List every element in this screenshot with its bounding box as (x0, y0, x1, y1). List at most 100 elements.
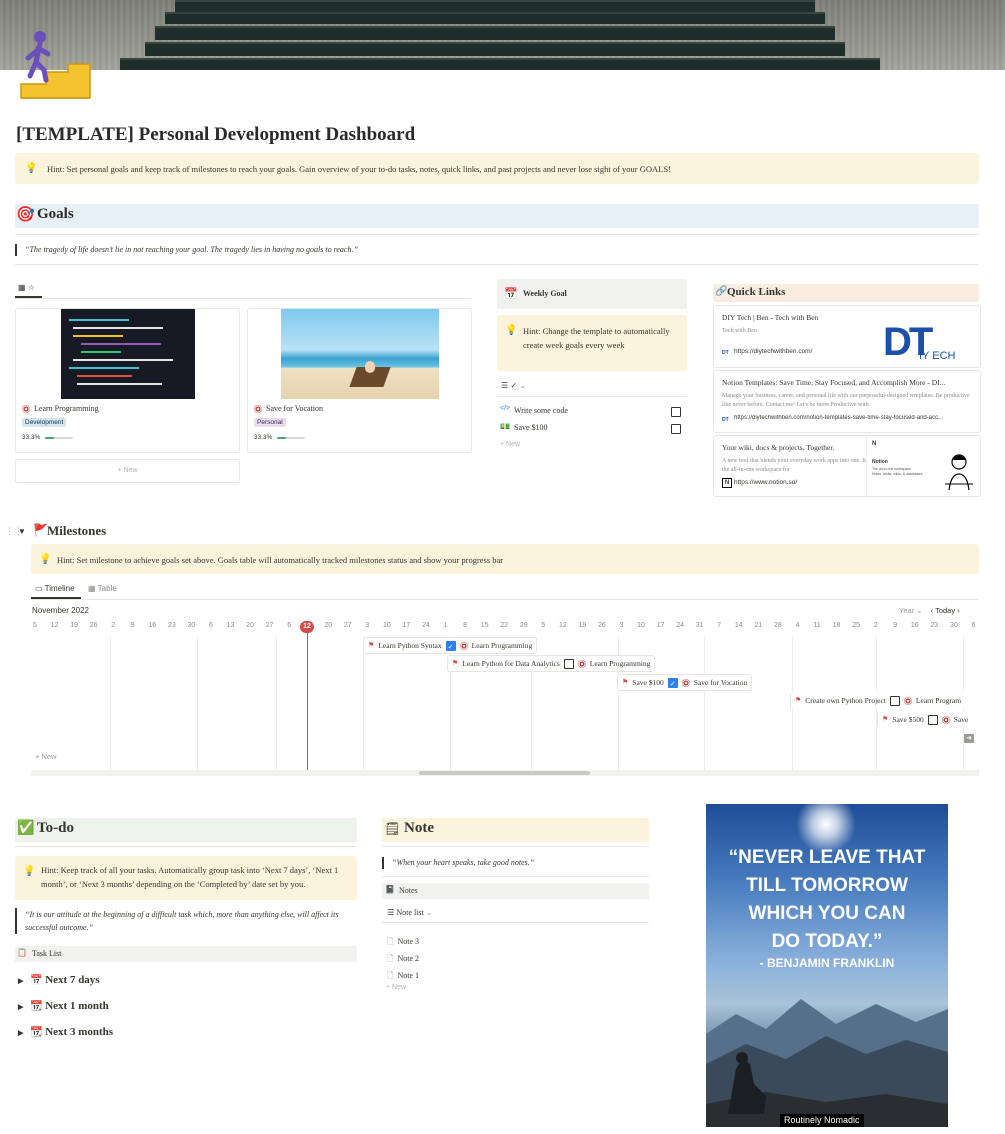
bookmark-notion-templates[interactable]: Notion Templates: Save Time, Stay Focuse… (713, 370, 981, 433)
stairs-climber-icon (20, 31, 91, 99)
code-icon: </> (500, 405, 511, 412)
task-list-header: 📋 Task List (15, 946, 357, 962)
money-icon: 💵 (500, 422, 510, 431)
new-milestone-button[interactable]: + New (35, 752, 56, 761)
day-label: 29 (519, 622, 528, 629)
checkbox[interactable] (889, 695, 900, 706)
day-label: 25 (852, 622, 860, 629)
group-next-3-months[interactable]: ▶ 📆 Next 3 months (18, 1026, 113, 1038)
day-label: 26 (598, 622, 606, 629)
todo-quote: “It is our attitude at the beginning of … (15, 908, 350, 934)
day-label: 20 (324, 622, 333, 629)
flag-icon: 🚩 (33, 523, 48, 537)
toggle-triangle-icon[interactable]: ▼ (18, 527, 26, 536)
day-label: 11 (813, 622, 821, 629)
note-item[interactable]: 🗋 Note 1 (387, 965, 419, 984)
day-label: 15 (480, 622, 489, 629)
group-next-7-days[interactable]: ▶ 📅 Next 7 days (18, 974, 100, 986)
scrollbar-thumb[interactable] (419, 771, 590, 775)
timeline-scrollbar[interactable] (31, 770, 979, 776)
checkbox[interactable] (671, 407, 681, 417)
new-weekly-goal-button[interactable]: + New (500, 441, 520, 448)
cover-image (0, 0, 1005, 70)
day-label: 18 (832, 622, 841, 629)
month-gridline (363, 636, 364, 770)
checkbox[interactable] (563, 658, 574, 669)
month-gridline (197, 636, 198, 770)
checkbox[interactable] (671, 424, 681, 434)
today-button[interactable]: Today (935, 606, 955, 615)
milestone-bar[interactable]: ⚑ Create own Python Project Learn Progra… (790, 693, 979, 708)
month-gridline (276, 636, 277, 770)
quote-poster-image: “NEVER LEAVE THAT TILL TOMORROW WHICH YO… (706, 804, 948, 1127)
note-view-switcher[interactable]: ☰ Note list ⌄ (387, 908, 433, 917)
checkbox[interactable] (667, 677, 678, 692)
day-label: 6 (971, 622, 976, 629)
checkbox[interactable] (445, 640, 456, 655)
milestones-hint-callout: 💡 Hint: Set milestone to achieve goals s… (31, 544, 979, 574)
category-tag: Personal (254, 418, 286, 427)
goal-card-save-for-vocation[interactable]: Save for Vocation Personal 33.3% (247, 308, 472, 453)
toggle-triangle-icon[interactable]: ▶ (18, 1029, 30, 1037)
list-icon: ☰ (501, 381, 509, 390)
day-label: 19 (70, 622, 78, 629)
day-label: 13 (226, 622, 235, 629)
toggle-triangle-icon[interactable]: ▶ (18, 977, 30, 985)
day-label: 5 (33, 622, 37, 629)
lightbulb-icon: 💡 (25, 163, 38, 174)
lightbulb-icon: 💡 (23, 866, 36, 877)
checkbox[interactable] (927, 714, 938, 725)
link-icon: 🔗 (715, 286, 728, 297)
day-label: 27 (265, 622, 274, 629)
weekly-item[interactable]: 💵 Save $100 (497, 421, 687, 437)
milestone-bar[interactable]: ⚑ Learn Python Syntax Learn Programming (364, 638, 537, 655)
day-label: 5 (541, 622, 546, 629)
flag-icon: ⚑ (795, 696, 802, 704)
day-label: 21 (754, 622, 763, 629)
notes-db-header: 📓 Notes (382, 883, 649, 899)
note-quote: “When your heart speaks, take good notes… (382, 857, 642, 869)
day-label: 26 (89, 622, 98, 629)
milestone-bar[interactable]: ⚑ Learn Python for Data Analytics Learn … (448, 656, 655, 671)
target-icon (22, 405, 30, 413)
milestone-bar[interactable]: ⚑ Save $500 Save (877, 712, 979, 727)
lightbulb-icon: 💡 (505, 325, 518, 336)
poster-credit: Routinely Nomadic (780, 1114, 864, 1127)
day-label: 8 (463, 622, 468, 629)
new-goal-button[interactable]: + New (15, 459, 240, 483)
gallery-icon: ▦ (18, 283, 26, 292)
day-label: 3 (365, 622, 370, 629)
weekly-item[interactable]: </> Write some code (497, 404, 687, 420)
target-icon: 🎯 (16, 207, 35, 223)
page-icon: 🗋 (387, 971, 394, 980)
new-note-button[interactable]: + New (386, 984, 406, 991)
scroll-right-arrow-icon[interactable]: ➜ (964, 734, 974, 743)
group-next-1-month[interactable]: ▶ 📆 Next 1 month (18, 1000, 109, 1012)
prev-arrow-icon[interactable]: ‹ (931, 606, 934, 615)
day-label: 19 (578, 622, 587, 629)
person-illustration-icon (945, 454, 973, 491)
day-label: 7 (717, 622, 722, 629)
page-title: [TEMPLATE] Personal Development Dashboar… (16, 124, 416, 145)
tab-gallery[interactable]: ▦ ☆ (18, 283, 35, 292)
weekly-goal-header: 📅 Weekly Goal (497, 279, 687, 309)
day-label: 2 (873, 622, 878, 629)
calendar-icon: 📆 (30, 1001, 43, 1012)
bookmark-notion[interactable]: Your wiki, docs & projects. Together. A … (713, 435, 981, 497)
next-arrow-icon[interactable]: › (957, 606, 960, 615)
tab-table[interactable]: ▦ Table (88, 584, 117, 593)
weekly-view-switcher[interactable]: ☰ ✓ ⌄ (501, 381, 526, 390)
bookmark-diytech[interactable]: DIY Tech | Ben - Tech with Ben Tech with… (713, 305, 981, 368)
progress-bar (277, 437, 305, 439)
goal-card-learn-programming[interactable]: Learn Programming Development 33.3% (15, 308, 240, 453)
milestone-bar[interactable]: ⚑ Save $100 Save for Vocation (618, 675, 752, 692)
day-label: 3 (619, 622, 624, 629)
toggle-triangle-icon[interactable]: ▶ (18, 1003, 30, 1011)
tab-timeline[interactable]: ▭ Timeline (35, 584, 75, 593)
goals-heading: 🎯 Goals (15, 204, 979, 228)
list-icon: ☰ (387, 908, 395, 917)
poster-quote: “NEVER LEAVE THAT TILL TOMORROW WHICH YO… (728, 847, 926, 952)
scale-select[interactable]: Year ⌄ (899, 606, 923, 615)
page-icon: 🗋 (387, 937, 394, 946)
hint-text: Hint: Set personal goals and keep track … (47, 164, 671, 174)
